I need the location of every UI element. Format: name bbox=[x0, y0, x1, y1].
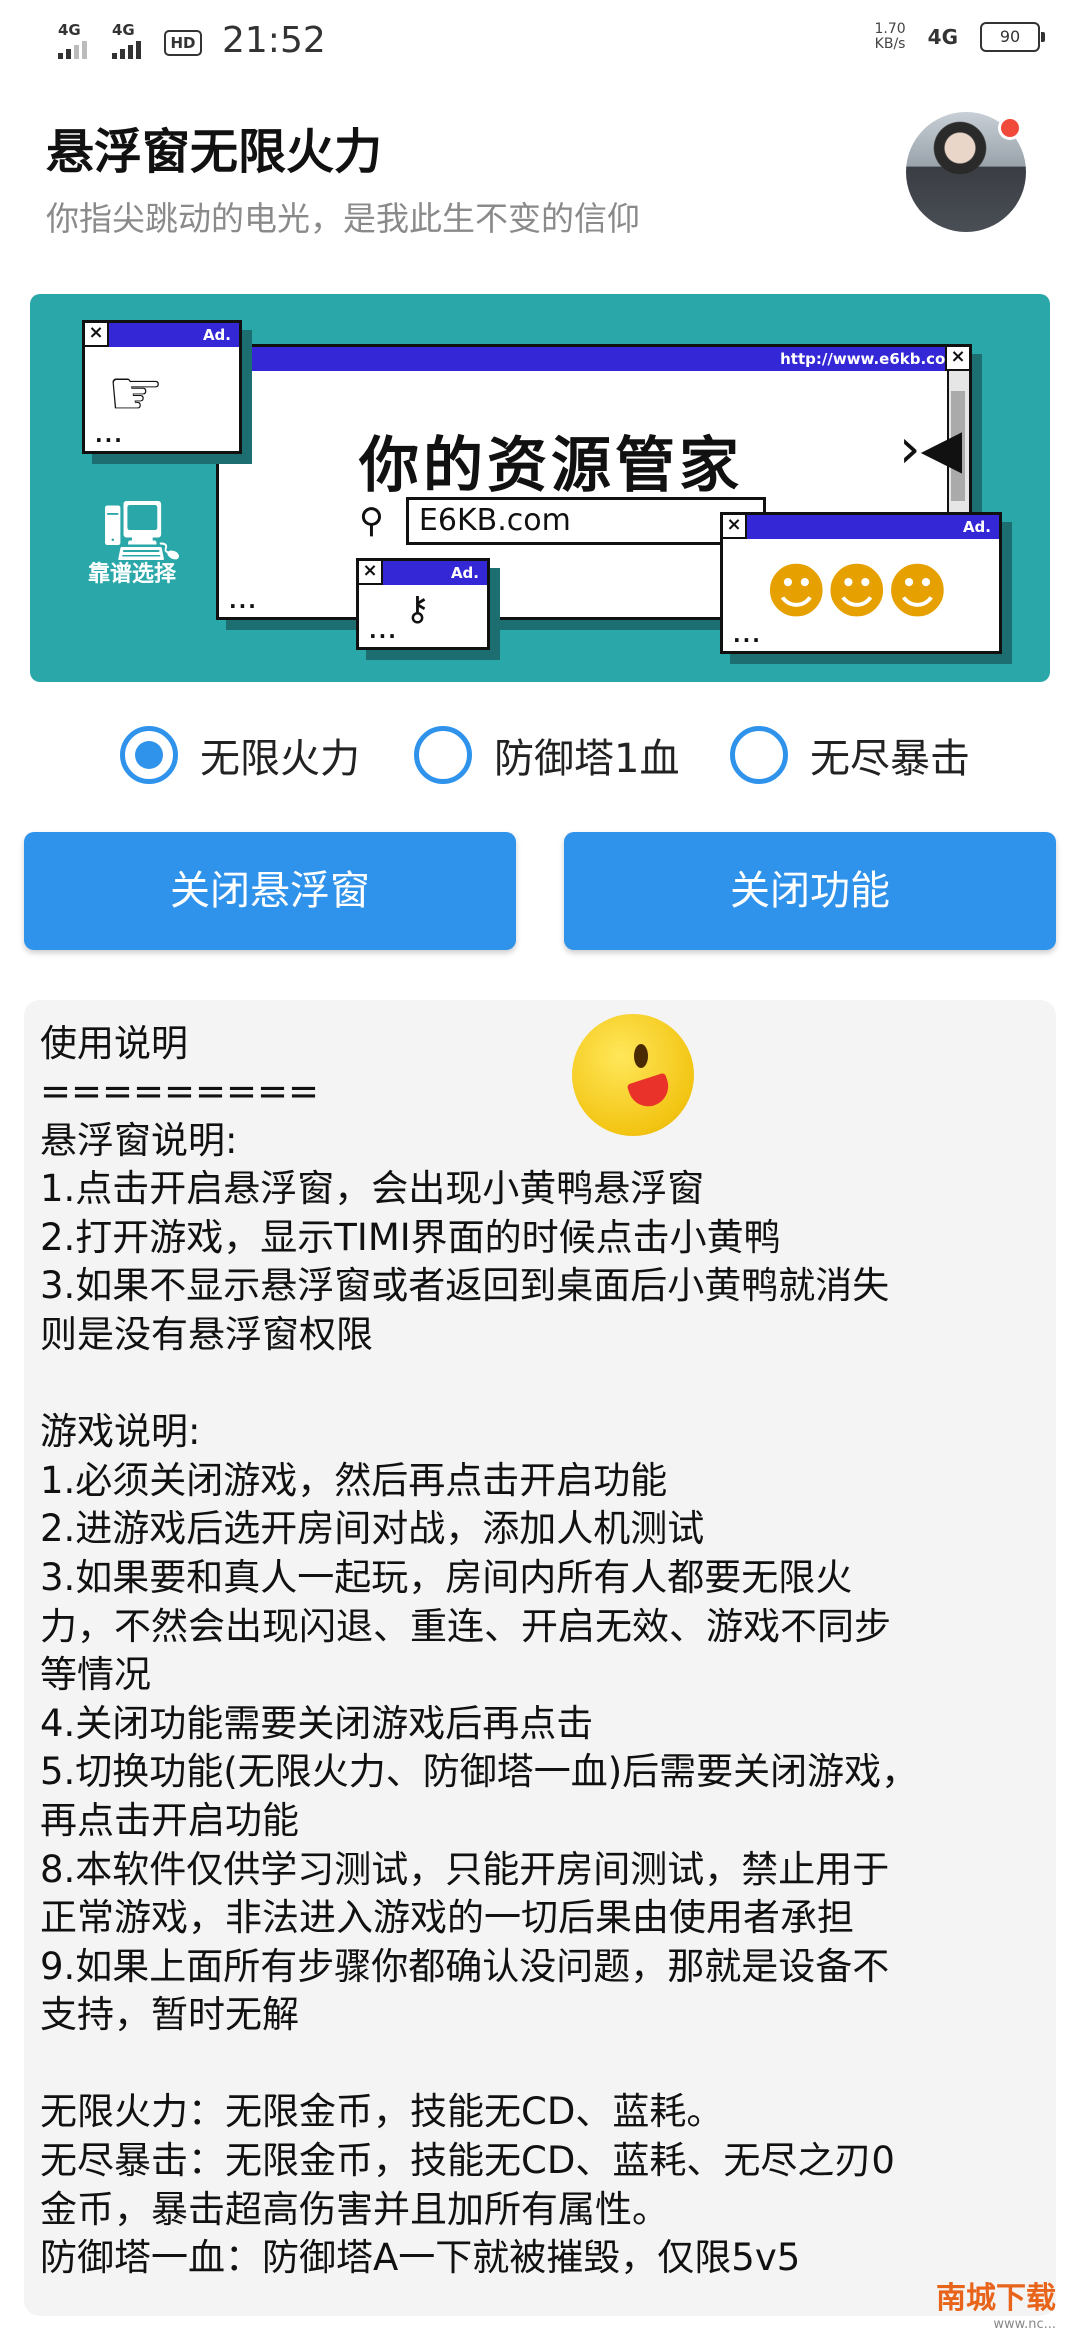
ellipsis-icon: ... bbox=[733, 623, 762, 647]
close-icon: × bbox=[85, 323, 109, 347]
banner-pc-label: 靠谱选择 bbox=[88, 562, 177, 587]
pointing-hand-icon: ☞ bbox=[107, 357, 165, 431]
radio-endless-crit[interactable]: 无尽暴击 bbox=[730, 726, 970, 784]
instructions-body: ========= 悬浮窗说明: 1.点击开启悬浮窗，会出现小黄鸭悬浮窗 2.打… bbox=[40, 1070, 919, 2280]
clock: 21:52 bbox=[222, 20, 326, 61]
signal-icon: 4G bbox=[56, 21, 96, 61]
instructions-panel: 使用说明 ========= 悬浮窗说明: 1.点击开启悬浮窗，会出现小黄鸭悬浮… bbox=[24, 1000, 1056, 2316]
status-right: 1.70 KB/s 4G 90 bbox=[874, 22, 1045, 52]
banner-smiley-window: × Ad. ☻☻☻ ... bbox=[720, 512, 1002, 654]
status-bar: 4G 4G HD 21:52 1.70 KB/s 4G 90 bbox=[0, 0, 1080, 86]
radio-tower-one-hp[interactable]: 防御塔1血 bbox=[414, 726, 679, 784]
close-icon: × bbox=[945, 347, 969, 371]
ad-label: Ad. bbox=[450, 564, 479, 582]
page-subtitle: 你指尖跳动的电光，是我此生不变的信仰 bbox=[46, 199, 640, 238]
speed-value: 1.70 bbox=[874, 21, 906, 37]
page-title: 悬浮窗无限火力 bbox=[46, 124, 383, 180]
watermark: 南城下载 www.nc... bbox=[936, 2273, 1056, 2332]
ellipsis-icon: ... bbox=[229, 589, 258, 613]
banner-url: http://www.e6kb.com bbox=[780, 350, 961, 368]
key-icon: ⚷ bbox=[405, 589, 430, 629]
notification-badge bbox=[998, 116, 1022, 140]
banner-search-input: E6KB.com bbox=[405, 497, 766, 545]
banner-search: ⚲ E6KB.com bbox=[359, 497, 766, 545]
window-titlebar: http://www.e6kb.com × bbox=[219, 347, 969, 371]
radio-checked-icon[interactable] bbox=[120, 726, 178, 784]
signal-icon: 4G bbox=[110, 21, 150, 61]
network-icon: 4G bbox=[927, 25, 958, 49]
window-titlebar: × Ad. bbox=[723, 515, 999, 539]
smiley-icons: ☻☻☻ bbox=[765, 557, 949, 627]
watermark-site: www.nc... bbox=[993, 2317, 1056, 2332]
close-float-window-button[interactable]: 关闭悬浮窗 bbox=[24, 832, 516, 950]
watermark-brand: 南城下载 bbox=[936, 2281, 1056, 2316]
duck-emoji-icon bbox=[572, 1014, 694, 1136]
network-speed: 1.70 KB/s bbox=[874, 22, 905, 52]
window-titlebar: × Ad. bbox=[85, 323, 239, 347]
radio-label: 防御塔1血 bbox=[494, 736, 680, 782]
window-titlebar: × Ad. bbox=[359, 561, 487, 585]
banner-key-window: × Ad. ⚷ ... bbox=[356, 558, 490, 650]
signal-label: 4G bbox=[112, 20, 135, 39]
ad-label: Ad. bbox=[202, 326, 231, 344]
ad-banner[interactable]: http://www.e6kb.com × 你的资源管家 ›◀ ⚲ E6KB.c… bbox=[30, 294, 1050, 682]
hd-icon: HD bbox=[164, 29, 202, 56]
battery-icon: 90 bbox=[980, 22, 1045, 52]
radio-unchecked-icon[interactable] bbox=[730, 726, 788, 784]
speed-unit: KB/s bbox=[874, 36, 906, 52]
radio-label: 无限火力 bbox=[200, 736, 360, 782]
close-icon: × bbox=[359, 561, 383, 585]
search-icon: ⚲ bbox=[359, 501, 384, 541]
status-left: 4G 4G HD 21:52 bbox=[56, 20, 326, 61]
radio-unlimited-fire[interactable]: 无限火力 bbox=[120, 726, 360, 784]
instructions-title: 使用说明 bbox=[40, 1022, 188, 1065]
signal-label: 4G bbox=[58, 20, 81, 39]
banner-slogan: 你的资源管家 bbox=[359, 431, 743, 501]
radio-label: 无尽暴击 bbox=[810, 736, 970, 782]
megaphone-icon: ›◀ bbox=[899, 417, 963, 480]
banner-hand-window: × Ad. ☞ ... bbox=[82, 320, 242, 454]
mode-radio-group: 无限火力 防御塔1血 无尽暴击 bbox=[0, 726, 1080, 806]
ad-label: Ad. bbox=[962, 518, 991, 536]
radio-unchecked-icon[interactable] bbox=[414, 726, 472, 784]
close-icon: × bbox=[723, 515, 747, 539]
ellipsis-icon: ... bbox=[369, 619, 398, 643]
close-function-button[interactable]: 关闭功能 bbox=[564, 832, 1056, 950]
ellipsis-icon: ... bbox=[95, 423, 124, 447]
